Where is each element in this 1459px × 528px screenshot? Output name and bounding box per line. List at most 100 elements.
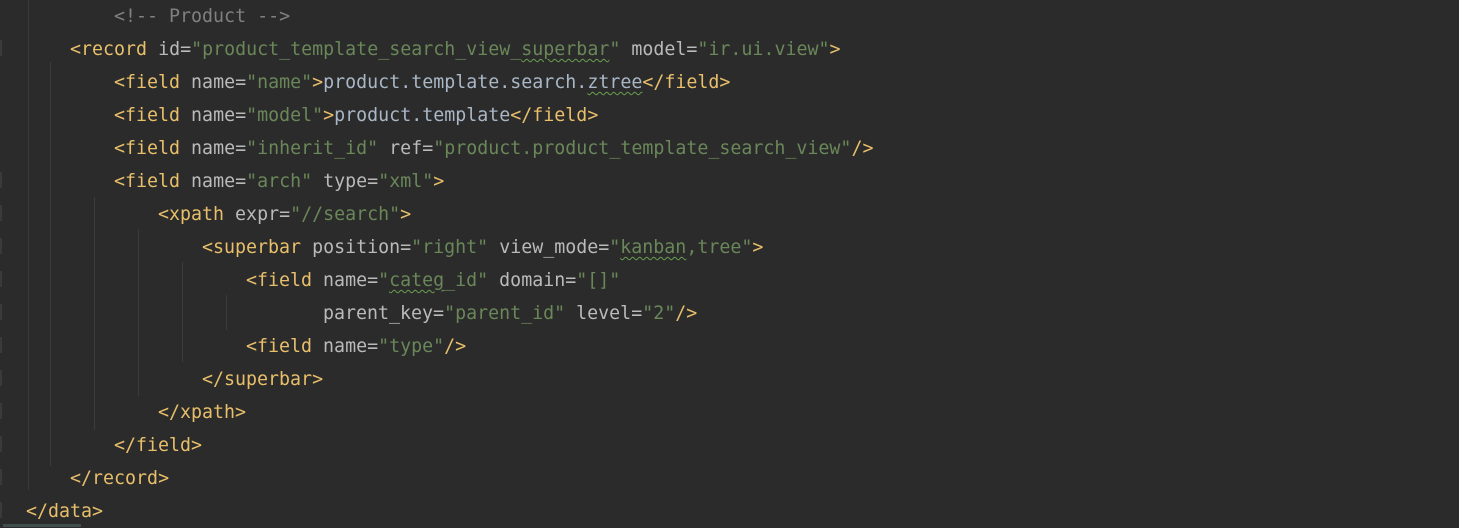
code-token: /> (444, 336, 467, 357)
code-token: model= (620, 39, 698, 60)
indent-guide (28, 0, 29, 490)
code-text: parent_key="parent_id" level="2"/> (323, 297, 697, 330)
code-token: record (81, 39, 148, 60)
code-token: " (609, 237, 621, 258)
code-token: </ (510, 105, 533, 126)
code-token: "parent_id" (444, 303, 566, 324)
gutter-marker (0, 337, 2, 353)
code-text: </record> (70, 462, 169, 495)
gutter-marker (0, 403, 2, 419)
code-token: parent_key= (323, 303, 445, 324)
code-token: field (257, 270, 313, 291)
code-editor[interactable]: <!-- Product --> <record id="product_temp… (0, 0, 1459, 527)
code-text: </field> (114, 429, 202, 462)
code-token: position= (301, 237, 412, 258)
code-token: < (114, 105, 126, 126)
code-token: < (114, 138, 126, 159)
code-token: "product_template_search_view_ (191, 39, 522, 60)
gutter-change-markers (0, 0, 3, 527)
code-token: field (125, 171, 181, 192)
code-token: "ir.ui.view" (697, 39, 830, 60)
code-token: field (532, 105, 588, 126)
gutter-marker (0, 436, 2, 452)
code-token: field (125, 138, 181, 159)
code-token: field (257, 336, 313, 357)
code-token: xpath (169, 204, 225, 225)
code-token: > (92, 501, 104, 522)
code-token: field (125, 105, 181, 126)
code-token: > (235, 402, 247, 423)
code-token: </ (114, 435, 137, 456)
code-token: < (246, 336, 258, 357)
code-text: <field name="type"/> (246, 330, 466, 363)
code-token: name= (312, 336, 379, 357)
code-token: < (114, 72, 126, 93)
code-token: field (664, 72, 720, 93)
code-token: superbar (213, 237, 302, 258)
code-token: </ (202, 369, 225, 390)
code-token: > (587, 105, 599, 126)
code-token: ref= (378, 138, 434, 159)
code-text: <field name="name">product.template.sear… (114, 66, 730, 99)
code-token: product.template.search. (323, 72, 588, 93)
code-token: name= (180, 138, 247, 159)
code-token: field (125, 72, 181, 93)
code-token: "arch" (246, 171, 313, 192)
code-token: < (202, 237, 214, 258)
code-token: ,tree" (686, 237, 753, 258)
gutter-marker (0, 304, 2, 320)
gutter-marker (0, 238, 2, 254)
gutter-marker (0, 205, 2, 221)
code-text: <record id="product_template_search_view… (70, 33, 841, 66)
code-text: <field name="inherit_id" ref="product.pr… (114, 132, 873, 165)
code-token: > (719, 72, 731, 93)
code-token: "product.product_template_search_view" (433, 138, 852, 159)
code-text: <superbar position="right" view_mode="ka… (202, 231, 763, 264)
code-token: product.template (334, 105, 511, 126)
indent-guide (50, 62, 51, 466)
code-token: type= (312, 171, 379, 192)
code-token: _id" (444, 270, 489, 291)
code-token: name= (180, 105, 247, 126)
gutter-marker (0, 469, 2, 485)
code-token: </ (642, 72, 665, 93)
code-text: <field name="arch" type="xml"> (114, 165, 444, 198)
indent-guide (226, 295, 227, 330)
code-token: superbar (224, 369, 313, 390)
code-token: </ (158, 402, 181, 423)
code-token: < (70, 39, 82, 60)
code-token: "[]" (576, 270, 621, 291)
code-token: </ (70, 468, 93, 489)
code-token: </ (26, 501, 49, 522)
code-token: /> (851, 138, 874, 159)
code-token: "xml" (378, 171, 434, 192)
code-text: <field name="categ_id" domain="[]" (246, 264, 620, 297)
code-token: < (114, 171, 126, 192)
code-token: kanban (620, 237, 687, 258)
code-token: "//search" (290, 204, 401, 225)
code-token: < (246, 270, 258, 291)
code-token: ztree (587, 72, 643, 93)
code-text: <!-- Product --> (114, 0, 290, 33)
gutter-marker (0, 172, 2, 188)
code-token: id= (147, 39, 192, 60)
code-token: superbar (521, 39, 610, 60)
code-token: view_mode= (488, 237, 610, 258)
code-token: "type" (378, 336, 445, 357)
code-token: > (323, 105, 335, 126)
code-token: "name" (246, 72, 313, 93)
code-token: < (158, 204, 170, 225)
code-token: > (400, 204, 412, 225)
code-token: > (158, 468, 170, 489)
code-text: <field name="model">product.template</fi… (114, 99, 598, 132)
code-token: > (191, 435, 203, 456)
code-token: xpath (180, 402, 236, 423)
code-text: <xpath expr="//search"> (158, 198, 411, 231)
code-token: domain= (488, 270, 577, 291)
gutter-marker (0, 502, 2, 518)
code-token: > (312, 369, 324, 390)
code-token: field (136, 435, 192, 456)
code-token: "right" (411, 237, 489, 258)
gutter-marker (0, 271, 2, 287)
gutter-marker (0, 40, 2, 56)
